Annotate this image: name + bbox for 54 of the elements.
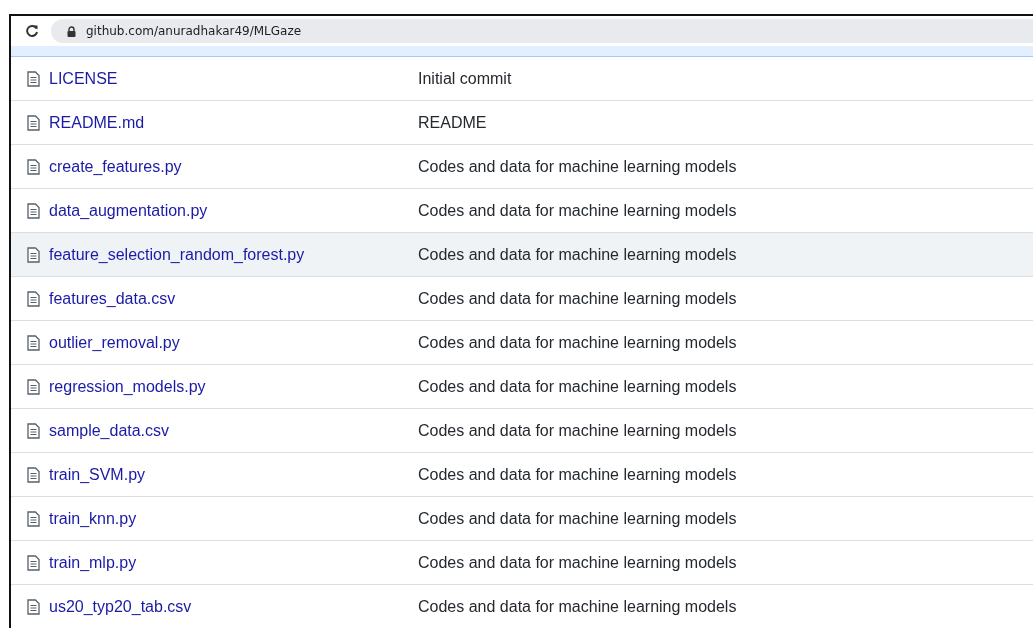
commit-message: Codes and data for machine learning models <box>418 245 737 264</box>
file-link[interactable]: data_augmentation.py <box>49 201 208 220</box>
commit-message: Codes and data for machine learning models <box>418 377 737 396</box>
commit-message: Codes and data for machine learning models <box>418 465 737 484</box>
file-icon <box>27 554 40 571</box>
file-row[interactable]: features_data.csv Codes and data for machine learning models <box>11 277 1033 321</box>
file-icon <box>27 510 40 527</box>
address-bar[interactable]: github.com/anuradhakar49/MLGaze <box>51 19 1033 43</box>
file-link[interactable]: create_features.py <box>49 157 182 176</box>
commit-message: Codes and data for machine learning models <box>418 553 737 572</box>
file-link[interactable]: LICENSE <box>49 69 118 88</box>
file-link[interactable]: features_data.csv <box>49 289 176 308</box>
file-icon <box>27 246 40 263</box>
file-row[interactable]: LICENSE Initial commit <box>11 57 1033 101</box>
commit-message: Codes and data for machine learning models <box>418 597 737 616</box>
file-icon <box>27 466 40 483</box>
file-row[interactable]: us20_typ20_tab.csv Codes and data for machine learning models <box>11 585 1033 628</box>
file-link[interactable]: us20_typ20_tab.csv <box>49 597 192 616</box>
file-row[interactable]: sample_data.csv Codes and data for machine learning models <box>11 409 1033 453</box>
file-row[interactable]: README.md README <box>11 101 1033 145</box>
file-row[interactable]: feature_selection_random_forest.py Codes and data for machine learning models <box>11 233 1033 277</box>
file-icon <box>27 422 40 439</box>
file-row[interactable]: train_SVM.py Codes and data for machine learning models <box>11 453 1033 497</box>
commit-message: Codes and data for machine learning models <box>418 201 737 220</box>
file-row[interactable]: create_features.py Codes and data for machine learning models <box>11 145 1033 189</box>
file-icon <box>27 334 40 351</box>
commit-message: Codes and data for machine learning models <box>418 289 737 308</box>
file-link[interactable]: train_mlp.py <box>49 553 137 572</box>
file-row[interactable]: outlier_removal.py Codes and data for machine learning models <box>11 321 1033 365</box>
file-icon <box>27 290 40 307</box>
file-icon <box>27 378 40 395</box>
file-row[interactable]: regression_models.py Codes and data for machine learning models <box>11 365 1033 409</box>
file-row[interactable]: train_mlp.py Codes and data for machine learning models <box>11 541 1033 585</box>
commit-message: Codes and data for machine learning models <box>418 509 737 528</box>
lock-icon <box>67 25 76 37</box>
file-icon <box>27 70 40 87</box>
file-link[interactable]: train_knn.py <box>49 509 137 528</box>
file-link[interactable]: outlier_removal.py <box>49 333 180 352</box>
commit-message: README <box>418 113 487 132</box>
file-link[interactable]: README.md <box>49 113 145 132</box>
commit-message: Initial commit <box>418 69 512 88</box>
file-icon <box>27 114 40 131</box>
file-icon <box>27 202 40 219</box>
file-icon <box>27 598 40 615</box>
commit-message: Codes and data for machine learning models <box>418 421 737 440</box>
commit-message: Codes and data for machine learning models <box>418 333 737 352</box>
file-link[interactable]: sample_data.csv <box>49 421 170 440</box>
commit-message: Codes and data for machine learning models <box>418 157 737 176</box>
file-link[interactable]: regression_models.py <box>49 377 206 396</box>
file-row[interactable]: train_knn.py Codes and data for machine learning models <box>11 497 1033 541</box>
file-icon <box>27 158 40 175</box>
file-link[interactable]: train_SVM.py <box>49 465 146 484</box>
reload-icon[interactable] <box>25 24 39 38</box>
file-link[interactable]: feature_selection_random_forest.py <box>49 245 305 264</box>
